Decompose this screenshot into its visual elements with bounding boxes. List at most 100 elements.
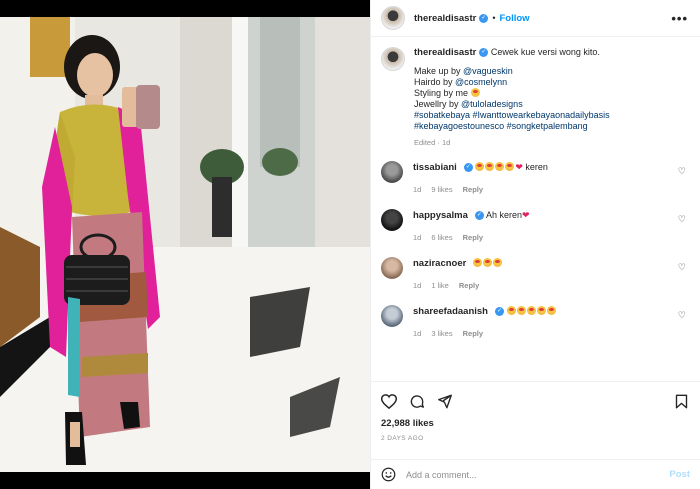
comment-meta: 1d 3 likes Reply — [413, 328, 557, 340]
photo-scene — [0, 17, 370, 472]
comment-likes[interactable]: 6 likes — [431, 233, 452, 242]
add-comment-input[interactable] — [406, 469, 670, 480]
heart-eyes-emoji-icon — [516, 306, 526, 315]
commenter-avatar[interactable] — [381, 161, 403, 183]
commenter-username[interactable]: happysalma — [413, 210, 468, 221]
author-avatar[interactable] — [381, 6, 405, 30]
heart-icon[interactable] — [381, 393, 397, 409]
author-username[interactable]: therealdisastr — [414, 13, 476, 24]
post-viewer: therealdisastr ✓ • Follow ••• therealdis… — [0, 0, 700, 489]
smiley-icon[interactable] — [381, 467, 396, 482]
comment-likes[interactable]: 1 like — [431, 281, 449, 290]
commenter-avatar[interactable] — [381, 305, 403, 327]
caption-username[interactable]: therealdisastr — [414, 47, 476, 58]
heart-eyes-emoji-icon — [506, 306, 516, 315]
verified-badge-icon: ✓ — [479, 48, 489, 58]
like-comment-heart-icon[interactable]: ♡ — [678, 310, 686, 321]
commenter-avatar[interactable] — [381, 209, 403, 231]
comment-likes[interactable]: 9 likes — [431, 185, 452, 194]
comment-likes[interactable]: 3 likes — [431, 329, 452, 338]
verified-badge-icon: ✓ — [494, 307, 504, 317]
comment-body: shareefadaanish ✓ 1d 3 likes Reply — [413, 305, 557, 340]
mention-link[interactable]: @vagueskin — [463, 66, 513, 76]
heart-eyes-emoji-icon — [495, 162, 505, 171]
reply-button[interactable]: Reply — [463, 329, 483, 338]
comment-body: naziracnoer 1d 1 like Reply — [413, 257, 503, 292]
comment-line: naziracnoer — [413, 257, 503, 270]
caption-line: Hairdo by @cosmelynn — [414, 77, 610, 88]
like-comment-heart-icon[interactable]: ♡ — [678, 214, 686, 225]
follow-button[interactable]: Follow — [499, 13, 529, 24]
heart-eyes-emoji-icon — [546, 306, 556, 315]
post-actions: 22,988 likes 2 DAYS AGO — [371, 381, 700, 442]
comment-body: happysalma ✓ Ah keren❤ 1d 6 likes Reply — [413, 209, 530, 244]
edited-label: Edited — [414, 138, 436, 147]
more-options-icon[interactable]: ••• — [671, 11, 688, 26]
commenter-username[interactable]: shareefadaanish — [413, 306, 488, 317]
post-photo-panel — [0, 0, 370, 489]
reply-button[interactable]: Reply — [463, 185, 483, 194]
caption-line-text: Make up by — [414, 66, 464, 76]
caption-body: therealdisastr ✓ Cewek kue versi wong kit… — [414, 47, 610, 148]
hashtags-line[interactable]: #kebayagoestounesco #songketpalembang — [414, 121, 610, 132]
paper-plane-icon[interactable] — [437, 394, 453, 409]
comments-list[interactable]: therealdisastr ✓ Cewek kue versi wong kit… — [371, 37, 700, 381]
like-comment-heart-icon[interactable]: ♡ — [678, 166, 686, 177]
caption-line-text: Hairdo by — [414, 77, 456, 87]
hashtags-line[interactable]: #sobatkebaya #Iwanttowearkebayaonadailyb… — [414, 110, 610, 121]
caption-first-line: therealdisastr ✓ Cewek kue versi wong kit… — [414, 47, 610, 58]
heart-eyes-emoji-icon — [492, 258, 502, 267]
caption-line-text: Styling by me — [414, 88, 471, 98]
post-details-panel: therealdisastr ✓ • Follow ••• therealdis… — [370, 0, 700, 489]
mention-link[interactable]: @cosmelynn — [455, 77, 507, 87]
comment-text: Ah keren — [485, 210, 522, 220]
comment-time[interactable]: 1d — [413, 185, 421, 194]
reply-button[interactable]: Reply — [463, 233, 483, 242]
post-comment-button[interactable]: Post — [669, 469, 690, 480]
header-separator: • — [492, 13, 496, 23]
heart-eyes-emoji-icon — [526, 306, 536, 315]
comment-item: tissabiani ✓ ❤ keren 1d 9 likes Reply ♡ — [381, 161, 688, 196]
heart-eyes-emoji-icon — [475, 162, 485, 171]
action-icons — [381, 390, 688, 412]
comment-time[interactable]: 1d — [413, 281, 421, 290]
comment-item: shareefadaanish ✓ 1d 3 likes Reply ♡ — [381, 305, 688, 340]
red-heart-emoji-icon: ❤ — [515, 162, 523, 172]
verified-badge-icon: ✓ — [474, 211, 484, 221]
caption-line: Make up by @vagueskin — [414, 66, 610, 77]
likes-count[interactable]: 22,988 likes — [381, 418, 688, 429]
caption: therealdisastr ✓ Cewek kue versi wong kit… — [381, 47, 688, 148]
heart-eyes-emoji-icon — [482, 258, 492, 267]
comment-time[interactable]: 1d — [413, 233, 421, 242]
commenter-username[interactable]: tissabiani — [413, 162, 457, 173]
caption-text: Cewek kue versi wong kito. — [490, 47, 600, 57]
comment-meta: 1d 6 likes Reply — [413, 232, 530, 244]
caption-line: Styling by me — [414, 88, 610, 99]
caption-author-avatar[interactable] — [381, 47, 405, 71]
red-heart-emoji-icon: ❤ — [521, 210, 530, 220]
post-date[interactable]: 2 DAYS AGO — [381, 435, 688, 442]
comment-time[interactable]: 1d — [413, 329, 421, 338]
caption-line-text: Jewellry by — [414, 99, 462, 109]
post-image[interactable] — [0, 17, 370, 472]
comment-item: happysalma ✓ Ah keren❤ 1d 6 likes Reply ♡ — [381, 209, 688, 244]
comment-bubble-icon[interactable] — [409, 394, 425, 409]
verified-badge-icon: ✓ — [479, 13, 489, 23]
heart-eyes-emoji-icon — [536, 306, 546, 315]
comment-line: tissabiani ✓ ❤ keren — [413, 161, 548, 174]
comment-item: naziracnoer 1d 1 like Reply ♡ — [381, 257, 688, 292]
verified-badge-icon: ✓ — [463, 163, 473, 173]
add-comment-bar: Post — [371, 459, 700, 489]
mention-link[interactable]: @tuloladesigns — [461, 99, 523, 109]
bookmark-icon[interactable] — [675, 394, 688, 409]
heart-eyes-emoji-icon — [505, 162, 515, 171]
comment-line: shareefadaanish ✓ — [413, 305, 557, 318]
commenter-username[interactable]: naziracnoer — [413, 258, 466, 269]
reply-button[interactable]: Reply — [459, 281, 479, 290]
commenter-avatar[interactable] — [381, 257, 403, 279]
edited-time[interactable]: 1d — [442, 138, 450, 147]
comment-line: happysalma ✓ Ah keren❤ — [413, 209, 530, 222]
like-comment-heart-icon[interactable]: ♡ — [678, 262, 686, 273]
comment-text: keren — [525, 162, 548, 172]
